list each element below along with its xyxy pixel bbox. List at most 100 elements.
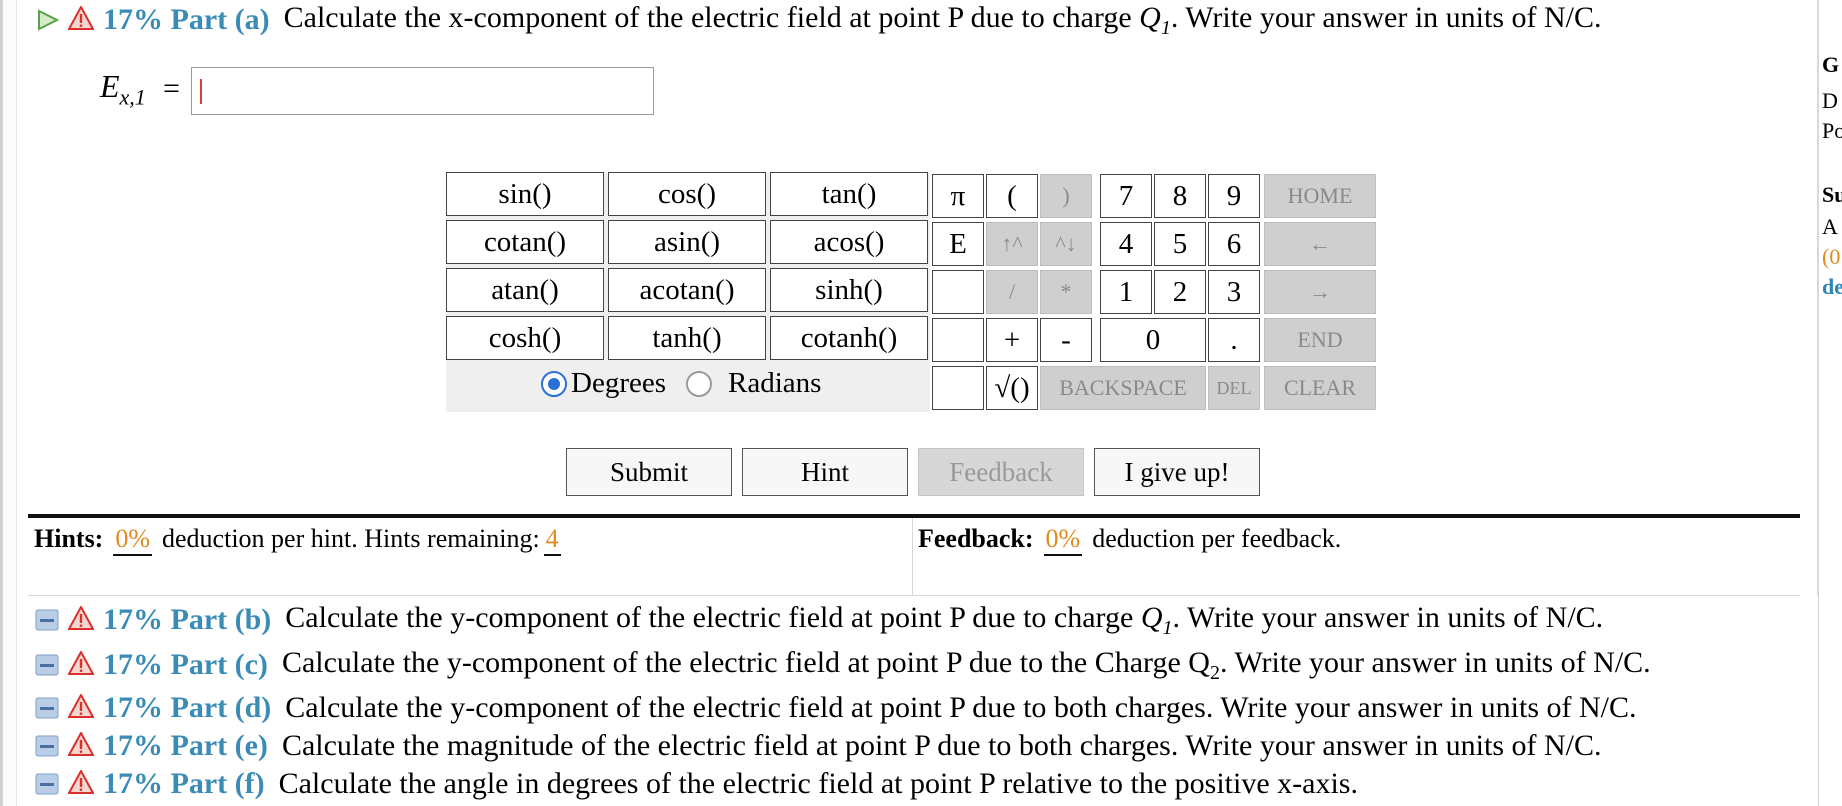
key-del[interactable]: DEL — [1208, 366, 1260, 410]
func-acotan-button[interactable]: acotan() — [608, 268, 766, 312]
give-up-button[interactable]: I give up! — [1094, 448, 1260, 496]
key-7[interactable]: 7 — [1100, 174, 1152, 218]
part-a-header[interactable]: 17% Part (a) Calculate the x-component o… — [34, 1, 1602, 39]
part-question: Calculate the angle in degrees of the el… — [278, 767, 1358, 800]
key-multiply[interactable]: * — [1040, 270, 1092, 314]
func-asin-button[interactable]: asin() — [608, 220, 766, 264]
key-clear[interactable]: CLEAR — [1264, 366, 1376, 410]
part-question: Calculate the y-component of the electri… — [285, 600, 1604, 639]
warning-icon — [67, 730, 95, 761]
func-cosh-button[interactable]: cosh() — [446, 316, 604, 360]
part-question: Calculate the magnitude of the electric … — [281, 729, 1602, 762]
right-panel-line7[interactable]: de — [1822, 276, 1842, 298]
part-percent: 17% Part (e) — [103, 729, 268, 762]
key-right-paren[interactable]: ) — [1040, 174, 1092, 218]
hint-deduction: 0% — [113, 524, 153, 556]
number-keypad: π ( ) 7 8 9 HOME E ↑^ ^↓ 4 5 6 ← / * 1 2… — [930, 172, 1378, 414]
part-percent: 17% Part (c) — [103, 648, 268, 681]
collapse-box-icon[interactable] — [34, 607, 60, 633]
feedback-button[interactable]: Feedback — [918, 448, 1084, 496]
key-9[interactable]: 9 — [1208, 174, 1260, 218]
radians-radio[interactable] — [686, 370, 713, 397]
submit-button[interactable]: Submit — [566, 448, 732, 496]
collapse-box-icon[interactable] — [34, 652, 60, 678]
hints-info: Hints: 0% deduction per hint. Hints rema… — [34, 524, 571, 556]
part-a-question: Calculate the x-component of the electri… — [283, 0, 1602, 39]
func-acos-button[interactable]: acos() — [770, 220, 928, 264]
expand-triangle-icon[interactable] — [34, 7, 60, 33]
collapse-box-icon[interactable] — [34, 695, 60, 721]
radians-label: Radians — [728, 367, 822, 399]
key-blank-1 — [932, 270, 984, 314]
right-panel-line6: (0 — [1822, 244, 1841, 269]
answer-input[interactable] — [191, 67, 654, 115]
right-panel-line5: A — [1822, 214, 1838, 239]
key-down[interactable]: ^↓ — [1040, 222, 1092, 266]
func-cotanh-button[interactable]: cotanh() — [770, 316, 928, 360]
key-right-arrow[interactable]: → — [1264, 270, 1376, 314]
part-row[interactable]: 17% Part (c) Calculate the y-component o… — [34, 646, 1651, 684]
part-row[interactable]: 17% Part (d) Calculate the y-component o… — [34, 689, 1637, 727]
part-row[interactable]: 17% Part (e) Calculate the magnitude of … — [34, 727, 1602, 765]
key-e[interactable]: E — [932, 222, 984, 266]
key-left-arrow[interactable]: ← — [1264, 222, 1376, 266]
key-0[interactable]: 0 — [1100, 318, 1206, 362]
feedback-label: Feedback: — [918, 524, 1034, 553]
right-panel-line2: D — [1822, 88, 1838, 113]
collapse-box-icon[interactable] — [34, 733, 60, 759]
part-percent: 17% Part (d) — [103, 691, 272, 724]
hints-label: Hints: — [34, 524, 104, 553]
part-row[interactable]: 17% Part (b) Calculate the y-component o… — [34, 601, 1603, 639]
key-end[interactable]: END — [1264, 318, 1376, 362]
key-5[interactable]: 5 — [1154, 222, 1206, 266]
func-sinh-button[interactable]: sinh() — [770, 268, 928, 312]
key-backspace[interactable]: BACKSPACE — [1040, 366, 1206, 410]
key-dot[interactable]: . — [1208, 318, 1260, 362]
func-cos-button[interactable]: cos() — [608, 172, 766, 216]
func-tan-button[interactable]: tan() — [770, 172, 928, 216]
feedback-text: deduction per feedback. — [1092, 524, 1342, 553]
key-4[interactable]: 4 — [1100, 222, 1152, 266]
part-percent: 17% Part (f) — [103, 767, 265, 800]
key-up[interactable]: ↑^ — [986, 222, 1038, 266]
key-3[interactable]: 3 — [1208, 270, 1260, 314]
key-pi[interactable]: π — [932, 174, 984, 218]
part-row[interactable]: 17% Part (f) Calculate the angle in degr… — [34, 765, 1358, 803]
degrees-radio[interactable] — [541, 370, 567, 397]
key-plus[interactable]: + — [986, 318, 1038, 362]
key-2[interactable]: 2 — [1154, 270, 1206, 314]
feedback-deduction: 0% — [1043, 524, 1083, 556]
key-home[interactable]: HOME — [1264, 174, 1376, 218]
part-a-percent: 17% Part (a) — [103, 3, 270, 36]
key-6[interactable]: 6 — [1208, 222, 1260, 266]
key-8[interactable]: 8 — [1154, 174, 1206, 218]
func-tanh-button[interactable]: tanh() — [608, 316, 766, 360]
feedback-info: Feedback: 0% deduction per feedback. — [918, 524, 1341, 556]
func-sin-button[interactable]: sin() — [446, 172, 604, 216]
key-left-paren[interactable]: ( — [986, 174, 1038, 218]
key-divide[interactable]: / — [986, 270, 1038, 314]
key-sqrt[interactable]: √() — [986, 366, 1038, 410]
left-gutter — [3, 0, 17, 806]
function-keyboard: sin() cos() tan() cotan() asin() acos() … — [446, 172, 930, 412]
warning-icon — [67, 692, 95, 723]
warning-icon — [67, 4, 95, 35]
collapse-box-icon[interactable] — [34, 771, 60, 797]
answer-label: Ex,1 — [100, 68, 146, 110]
right-panel-line4: Su — [1822, 182, 1842, 207]
func-cotan-button[interactable]: cotan() — [446, 220, 604, 264]
part-question: Calculate the y-component of the electri… — [285, 691, 1637, 724]
angle-mode: Degrees Radians — [541, 367, 821, 400]
key-1[interactable]: 1 — [1100, 270, 1152, 314]
hints-text: deduction per hint. Hints remaining: — [162, 524, 540, 553]
warning-icon — [67, 768, 95, 799]
hint-feedback-split — [912, 518, 913, 596]
hints-remaining: 4 — [543, 524, 561, 556]
warning-icon — [67, 649, 95, 680]
key-blank-3 — [932, 366, 984, 410]
degrees-label: Degrees — [571, 367, 667, 399]
equals-sign: = — [163, 72, 180, 105]
hint-button[interactable]: Hint — [742, 448, 908, 496]
key-minus[interactable]: - — [1040, 318, 1092, 362]
func-atan-button[interactable]: atan() — [446, 268, 604, 312]
